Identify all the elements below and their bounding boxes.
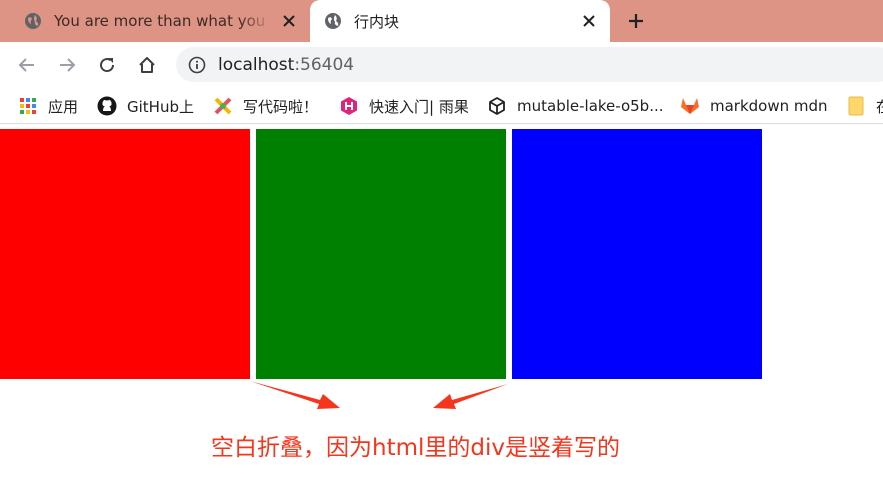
xiedaimala-icon — [213, 96, 233, 116]
bookmarks-bar: 应用 GitHub上 写代码啦！ 快速入门| 雨果 mutable-lake-o… — [0, 88, 883, 124]
folder-icon — [846, 96, 866, 116]
bookmark-label: mutable-lake-o5b... — [517, 97, 664, 115]
arrow-left-icon — [18, 58, 34, 72]
bookmark-github[interactable]: GitHub上 — [97, 93, 194, 119]
arrow-right-icon — [60, 58, 76, 72]
toolbar: localhost:56404 — [0, 42, 883, 88]
globe-icon — [25, 13, 41, 29]
bookmark-folder[interactable]: 在 — [846, 93, 883, 119]
close-tab-icon[interactable] — [580, 12, 598, 30]
tab-active[interactable]: 行内块 — [310, 0, 610, 42]
new-tab-button[interactable] — [624, 9, 648, 33]
tab-inactive[interactable]: You are more than what you have become — [10, 0, 310, 42]
home-icon — [139, 57, 155, 73]
plus-icon — [629, 14, 643, 28]
gitlab-icon — [680, 96, 700, 116]
tab-title: 行内块 — [354, 12, 400, 31]
reload-icon — [100, 58, 115, 73]
forward-button[interactable] — [54, 52, 80, 78]
bookmark-label: 在 — [876, 96, 883, 117]
globe-icon — [325, 13, 341, 29]
hugo-icon — [339, 96, 359, 116]
home-button[interactable] — [134, 52, 160, 78]
bookmark-label: 应用 — [48, 97, 79, 116]
info-icon[interactable] — [188, 56, 206, 74]
url-host: localhost — [218, 54, 295, 75]
bookmark-label: 快速入门| 雨果 — [369, 97, 469, 116]
tab-strip: You are more than what you have become 行… — [0, 0, 883, 42]
codesandbox-icon — [487, 96, 507, 116]
left-arrow — [250, 381, 340, 409]
bookmark-codesandbox[interactable]: mutable-lake-o5b... — [487, 93, 664, 119]
annotation-text: 空白折叠，因为html里的div是竖着写的 — [211, 435, 620, 461]
bookmark-hugo[interactable]: 快速入门| 雨果 — [339, 93, 469, 119]
bookmark-markdown-mdn[interactable]: markdown mdn — [680, 93, 828, 119]
bookmark-label: markdown mdn — [710, 97, 828, 115]
bookmark-label: 写代码啦！ — [243, 97, 319, 116]
bookmark-label: GitHub上 — [127, 97, 194, 116]
url-port: :56404 — [294, 54, 355, 75]
bookmark-xiedaimala[interactable]: 写代码啦！ — [213, 93, 318, 119]
bookmark-apps[interactable]: 应用 — [18, 93, 78, 119]
address-bar[interactable]: localhost:56404 — [176, 47, 883, 82]
url-text: localhost:56404 — [218, 55, 354, 75]
tab-title: You are more than what you have become — [54, 12, 272, 30]
github-icon — [97, 96, 117, 116]
reload-button[interactable] — [94, 52, 120, 78]
right-arrow — [433, 384, 508, 409]
close-tab-icon[interactable] — [280, 12, 298, 30]
apps-grid-icon — [18, 96, 38, 116]
back-button[interactable] — [14, 52, 40, 78]
page-content: 空白折叠，因为html里的div是竖着写的 — [0, 128, 883, 497]
